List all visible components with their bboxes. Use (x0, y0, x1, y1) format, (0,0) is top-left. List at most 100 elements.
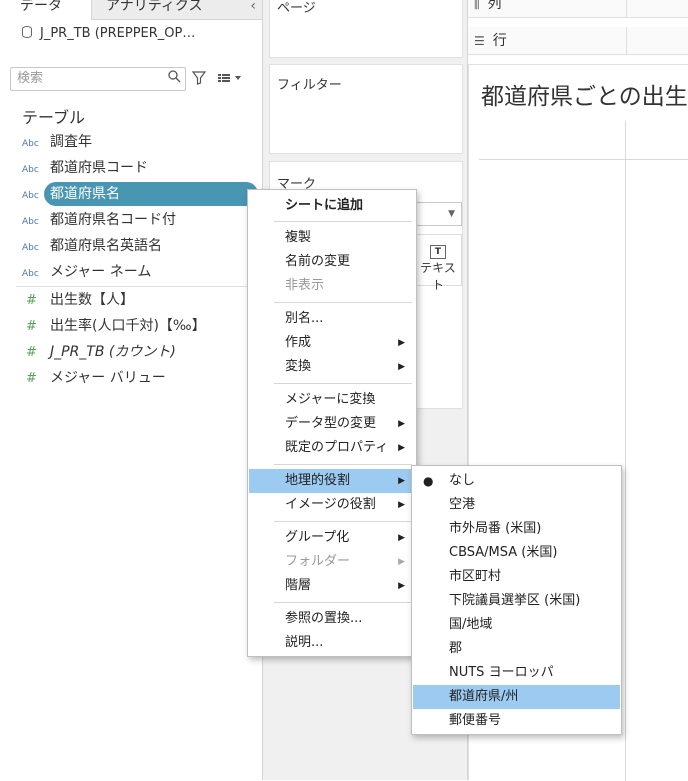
columns-label: 列 (487, 0, 502, 12)
field-label: 都道府県名 (50, 186, 120, 202)
field-measure-values[interactable]: # メジャー バリュー (22, 366, 166, 390)
geo-none-label: なし (449, 473, 476, 488)
submenu-arrow-icon: ▶ (398, 581, 405, 591)
menu-add-to-sheet[interactable]: シートに追加 (249, 194, 415, 218)
menu-separator (274, 521, 412, 522)
divider (626, 27, 627, 55)
menu-convert-to-measure[interactable]: メジャーに変換 (249, 388, 415, 412)
menu-rename[interactable]: 名前の変更 (249, 250, 415, 274)
geo-cbsa-msa[interactable]: CBSA/MSA (米国) (413, 541, 620, 565)
tab-analytics[interactable]: アナリティクス ‹ (92, 0, 262, 20)
datasource-item[interactable]: J_PR_TB (PREPPER_OP… (22, 26, 195, 41)
menu-image-role-label: イメージの役割 (285, 497, 376, 512)
menu-separator (274, 302, 412, 303)
submenu-arrow-icon: ▶ (398, 362, 405, 372)
search-icon (167, 69, 181, 91)
geo-state-province[interactable]: 都道府県/州 (413, 685, 620, 709)
menu-create[interactable]: 作成 ▶ (249, 331, 415, 355)
menu-hierarchy[interactable]: 階層 ▶ (249, 574, 415, 598)
menu-group-by[interactable]: グループ化 ▶ (249, 526, 415, 550)
search-placeholder: 検索 (17, 71, 44, 86)
field-measure-names[interactable]: Abc メジャー ネーム (22, 260, 151, 284)
menu-default-properties[interactable]: 既定のプロパティ ▶ (249, 436, 415, 460)
field-label: 都道府県名コード付 (50, 212, 176, 228)
menu-separator (274, 221, 412, 222)
submenu-arrow-icon: ▶ (398, 533, 405, 543)
number-type-icon: # (26, 371, 37, 386)
field-record-count[interactable]: # J_PR_TB (カウント) (22, 340, 176, 364)
field-prefecture-name[interactable]: 都道府県名 (44, 182, 258, 206)
field-label: 調査年 (50, 134, 92, 150)
menu-create-label: 作成 (285, 335, 312, 350)
string-type-icon: Abc (22, 139, 39, 149)
menu-default-properties-label: 既定のプロパティ (285, 440, 389, 455)
geo-congressional-district[interactable]: 下院議員選挙区 (米国) (413, 589, 620, 613)
geo-country-region[interactable]: 国/地域 (413, 613, 620, 637)
menu-aliases[interactable]: 別名... (249, 307, 415, 331)
menu-change-data-type[interactable]: データ型の変更 ▶ (249, 412, 415, 436)
divider (626, 0, 627, 18)
menu-geographic-role-label: 地理的役割 (285, 473, 351, 488)
columns-shelf[interactable]: ⫼ 列 (468, 0, 688, 18)
filter-icon[interactable] (191, 71, 207, 89)
pages-label: ページ (277, 1, 316, 16)
field-label: J_PR_TB (カウント) (50, 344, 176, 360)
mark-type-dropdown[interactable]: ▼ (414, 202, 462, 226)
field-survey-year[interactable]: Abc 調査年 (22, 130, 92, 154)
rows-icon: ☰ (474, 34, 485, 48)
chevron-down-icon: ▼ (448, 209, 455, 219)
geo-city[interactable]: 市区町村 (413, 565, 620, 589)
field-context-menu: シートに追加 複製 名前の変更 非表示 別名... 作成 ▶ 変換 ▶ メジャーに変… (247, 189, 417, 657)
geographic-role-submenu: ● なし 空港 市外局番 (米国) CBSA/MSA (米国) 市区町村 下院議員… (411, 465, 622, 735)
view-options-icon[interactable] (218, 72, 242, 87)
field-prefecture-code[interactable]: Abc 都道府県コード (22, 156, 148, 180)
geo-none[interactable]: ● なし (413, 469, 620, 493)
submenu-arrow-icon: ▶ (398, 557, 405, 567)
datasource-label: J_PR_TB (PREPPER_OP… (40, 26, 196, 41)
field-label: 出生率(人口千対)【‰】 (50, 318, 206, 334)
viz-title[interactable]: 都道府県ごとの出生 (481, 77, 688, 111)
menu-image-role[interactable]: イメージの役割 ▶ (249, 493, 415, 517)
field-prefecture-name-with-code[interactable]: Abc 都道府県名コード付 (22, 208, 176, 232)
geo-nuts-europe[interactable]: NUTS ヨーロッパ (413, 661, 620, 685)
collapse-pane-icon[interactable]: ‹ (250, 0, 256, 18)
text-icon: T (430, 245, 446, 259)
field-label: メジャー ネーム (50, 264, 152, 280)
field-births[interactable]: # 出生数【人】 (22, 288, 134, 312)
menu-transform[interactable]: 変換 ▶ (249, 355, 415, 379)
menu-group-by-label: グループ化 (285, 530, 350, 545)
rows-shelf[interactable]: ☰ 行 (468, 27, 688, 55)
number-type-icon: # (26, 345, 37, 360)
rows-label: 行 (492, 33, 507, 49)
tab-data[interactable]: データ (0, 0, 92, 20)
menu-duplicate[interactable]: 複製 (249, 226, 415, 250)
field-prefecture-name-english[interactable]: Abc 都道府県名英語名 (22, 234, 162, 258)
submenu-arrow-icon: ▶ (398, 476, 405, 486)
database-icon (22, 26, 32, 38)
geo-area-code[interactable]: 市外局番 (米国) (413, 517, 620, 541)
menu-describe[interactable]: 説明... (249, 631, 415, 655)
text-mark-button[interactable]: T テキスト (414, 234, 462, 292)
number-type-icon: # (26, 293, 37, 308)
pages-card[interactable]: ページ (269, 0, 463, 58)
filters-card[interactable]: フィルター (269, 64, 463, 154)
text-mark-label: テキスト (420, 261, 456, 292)
data-pane: データ アナリティクス ‹ J_PR_TB (PREPPER_OP… 検索 テー… (0, 0, 262, 780)
submenu-arrow-icon: ▶ (398, 500, 405, 510)
geo-county[interactable]: 郡 (413, 637, 620, 661)
number-type-icon: # (26, 319, 37, 334)
field-label: 都道府県名英語名 (50, 238, 162, 254)
menu-replace-references[interactable]: 参照の置換... (249, 607, 415, 631)
geo-zip-code[interactable]: 郵便番号 (413, 709, 620, 733)
tab-analytics-label: アナリティクス (106, 0, 203, 14)
menu-hide[interactable]: 非表示 (249, 274, 415, 298)
field-birth-rate[interactable]: # 出生率(人口千対)【‰】 (22, 314, 206, 338)
menu-geographic-role[interactable]: 地理的役割 ▶ (249, 469, 415, 493)
menu-folders[interactable]: フォルダー ▶ (249, 550, 415, 574)
menu-separator (274, 464, 412, 465)
string-type-icon: Abc (22, 217, 39, 227)
columns-icon: ⫼ (474, 0, 480, 11)
submenu-arrow-icon: ▶ (398, 338, 405, 348)
geo-airport[interactable]: 空港 (413, 493, 620, 517)
search-input[interactable]: 検索 (10, 67, 186, 91)
